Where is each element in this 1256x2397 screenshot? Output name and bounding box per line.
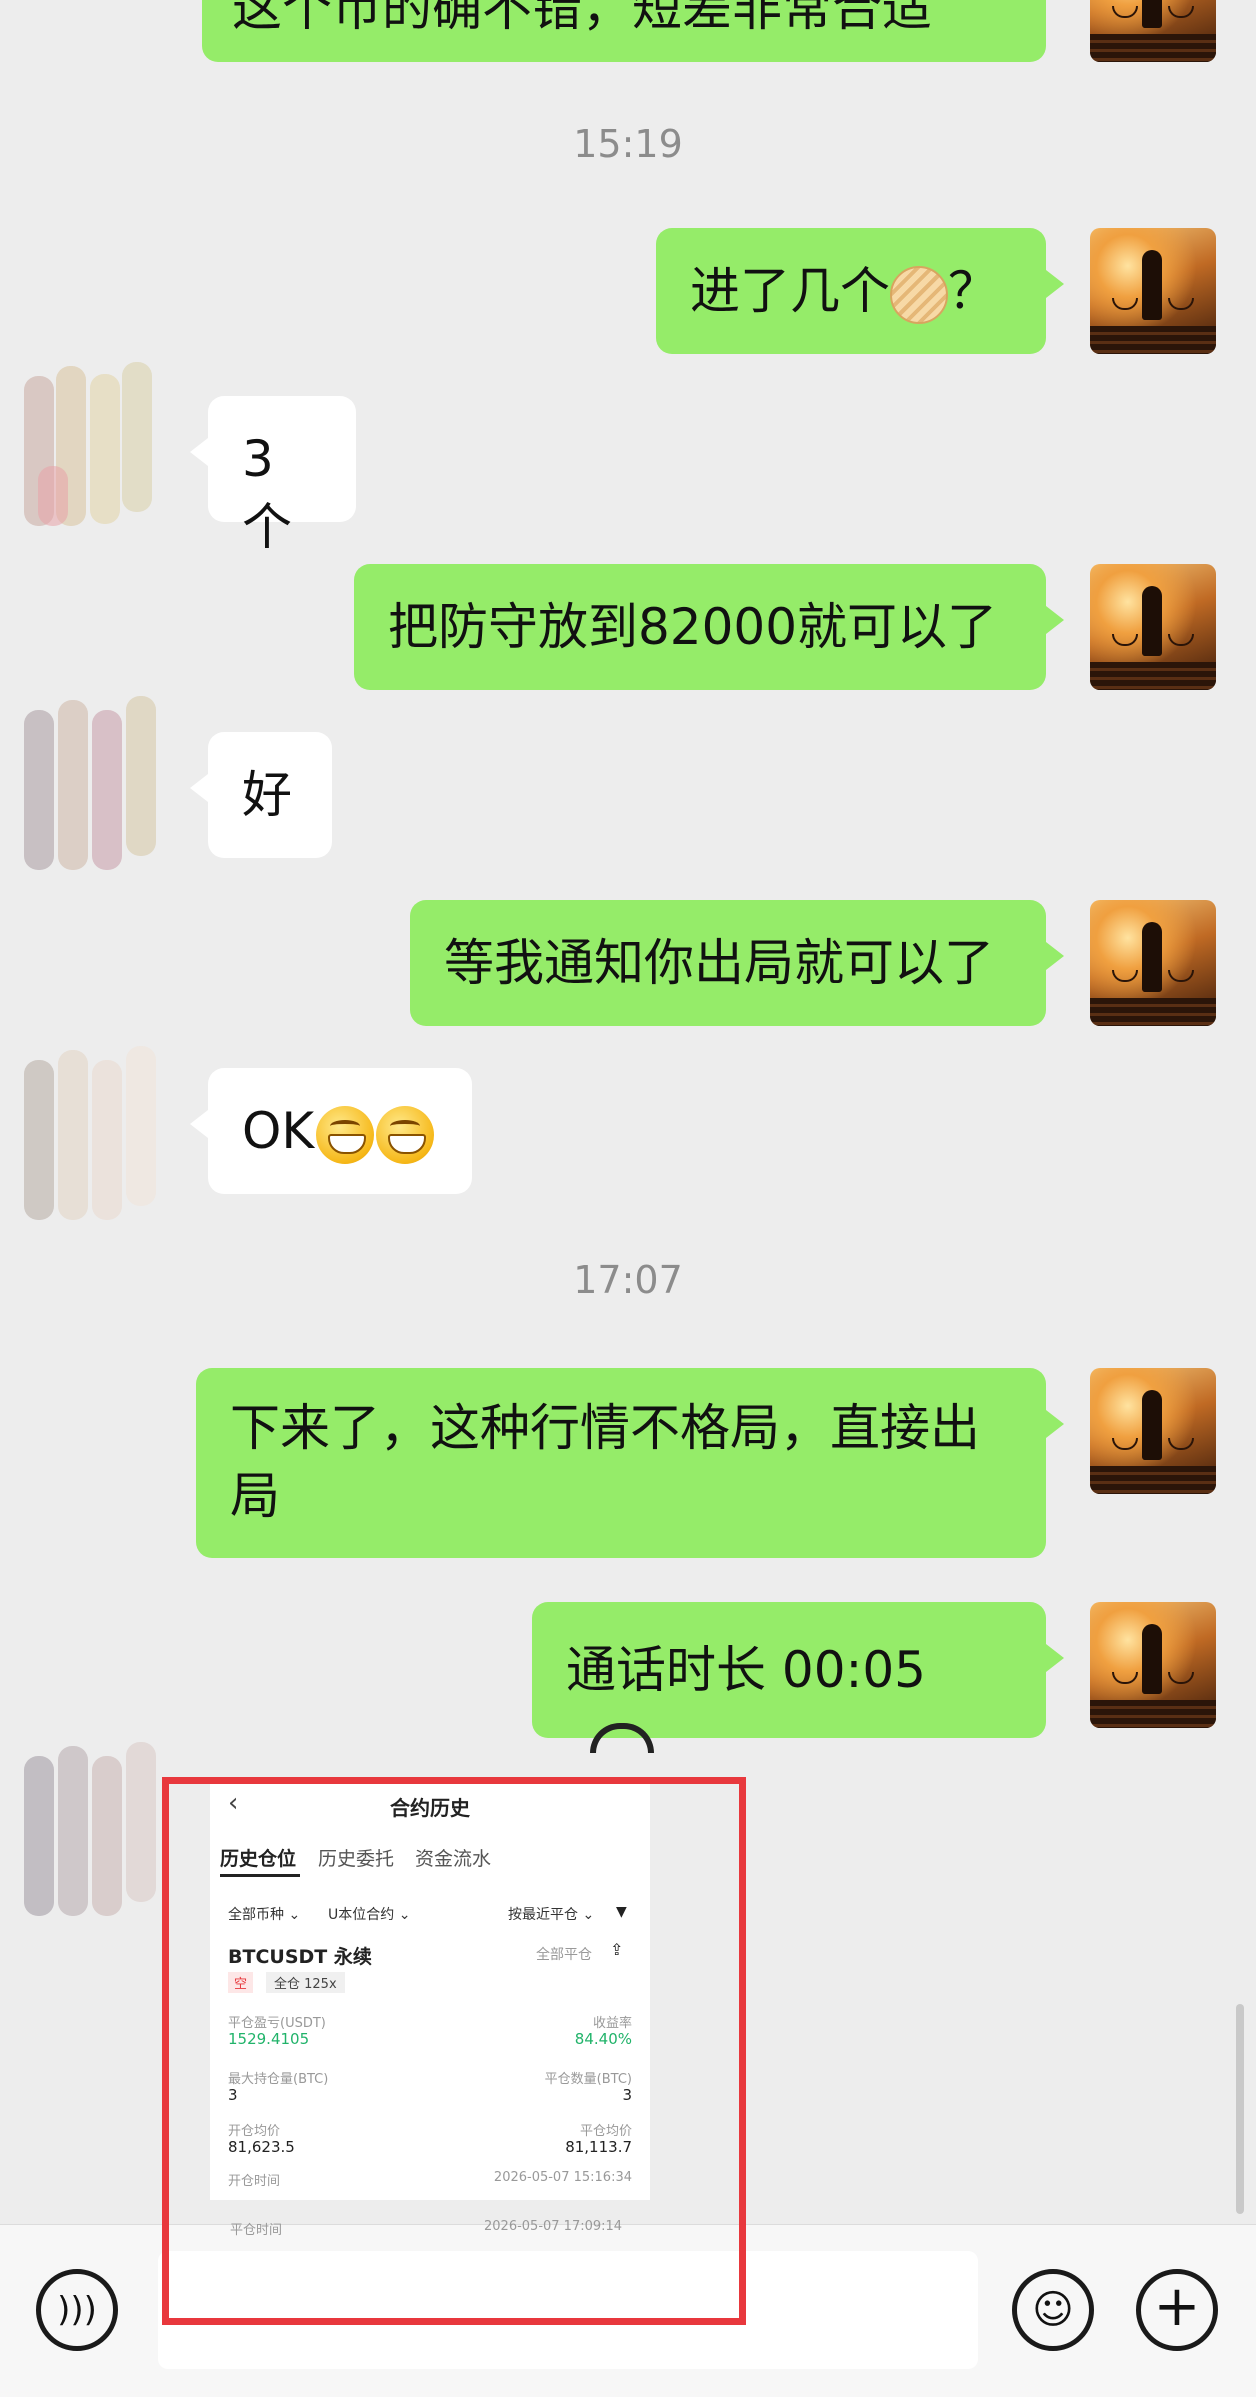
message-bubble-mine[interactable]: 把防守放到82000就可以了 xyxy=(354,564,1064,690)
my-avatar[interactable] xyxy=(1090,228,1216,354)
my-avatar[interactable] xyxy=(1090,0,1216,62)
message-bubble-theirs[interactable]: 3个 xyxy=(190,396,356,556)
cookie-emoji xyxy=(890,265,948,324)
timestamp: 17:07 xyxy=(573,1258,683,1302)
message-bubble-mine[interactable]: 进了几个 ？ xyxy=(656,228,1064,354)
message-bubble-theirs[interactable]: 好 xyxy=(190,732,332,858)
scrollbar[interactable] xyxy=(1236,2004,1244,2214)
grinning-emoji xyxy=(316,1105,375,1164)
contact-avatar[interactable] xyxy=(18,1040,198,1230)
my-avatar[interactable] xyxy=(1090,900,1216,1026)
message-text: 进了几个 xyxy=(690,262,890,320)
message-text-line2: 局 xyxy=(230,1467,280,1525)
message-bubble-theirs[interactable]: OK xyxy=(190,1068,472,1194)
contact-avatar[interactable] xyxy=(18,356,198,546)
message-bubble-mine[interactable]: 这个币的确不错，短差非常合适 xyxy=(202,0,1046,62)
my-avatar[interactable] xyxy=(1090,1368,1216,1494)
message-text: 把防守放到82000就可以了 xyxy=(388,598,998,656)
phone-hangup-icon xyxy=(590,1722,654,1753)
my-avatar[interactable] xyxy=(1090,564,1216,690)
emoji-icon[interactable]: ☺ xyxy=(1012,2269,1094,2351)
message-suffix: ？ xyxy=(948,262,998,320)
call-duration-bubble[interactable]: 通话时长 00:05 xyxy=(532,1602,1064,1753)
message-bubble-mine[interactable]: 下来了，这种行情不格局，直接出 局 xyxy=(196,1368,1064,1558)
message-text: 好 xyxy=(242,766,292,824)
plus-icon[interactable]: + xyxy=(1136,2269,1218,2351)
message-bubble-mine[interactable]: 等我通知你出局就可以了 xyxy=(410,900,1064,1026)
timestamp: 15:19 xyxy=(573,122,683,166)
message-text-line1: 下来了，这种行情不格局，直接出 xyxy=(230,1399,980,1457)
contact-avatar[interactable] xyxy=(18,690,198,880)
my-avatar[interactable] xyxy=(1090,1602,1216,1728)
voice-icon[interactable]: ))) xyxy=(36,2269,118,2351)
message-text: 通话时长 00:05 xyxy=(566,1641,926,1699)
message-text: OK xyxy=(242,1102,315,1160)
message-text: 等我通知你出局就可以了 xyxy=(444,934,994,992)
grinning-emoji xyxy=(376,1105,435,1164)
message-text: 3个 xyxy=(242,430,292,556)
message-text: 这个币的确不错，短差非常合适 xyxy=(232,0,932,37)
highlight-frame xyxy=(162,1777,746,2325)
